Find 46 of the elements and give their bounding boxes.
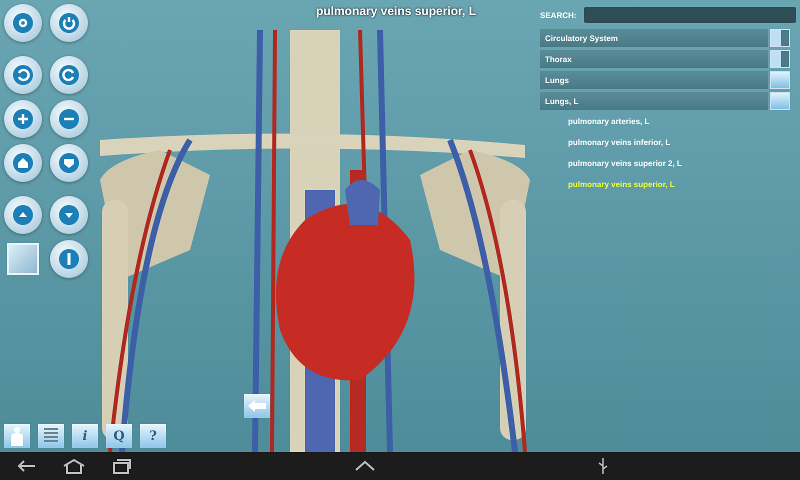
category-item[interactable]: Lungs, L [540,92,768,110]
category-item[interactable]: Lungs [540,71,768,89]
bar-icon [58,248,80,270]
plus-button[interactable] [4,100,42,138]
structure-item[interactable]: pulmonary veins inferior, L [540,134,796,152]
toolbar-button[interactable]: ? [140,424,166,448]
visibility-toggle[interactable] [770,29,790,47]
house-icon [12,152,34,174]
layers-button[interactable] [38,424,64,448]
structure-item[interactable]: pulmonary arteries, L [540,113,796,131]
bar-button[interactable] [50,240,88,278]
shield-button[interactable] [50,144,88,182]
minus-button[interactable] [50,100,88,138]
rotate-left-icon [12,64,34,86]
up-icon [12,204,34,226]
visibility-toggle[interactable] [770,50,790,68]
recent-apps-icon[interactable] [112,458,132,474]
chevron-up-icon[interactable] [354,460,376,472]
search-label: SEARCH: [540,10,576,20]
minus-icon [58,108,80,130]
power-icon [58,12,80,34]
category-item[interactable]: Circulatory System [540,29,768,47]
toolbar-button[interactable]: i [72,424,98,448]
back-arrow-icon [248,400,266,412]
body-icon [8,426,26,446]
structure-item[interactable]: pulmonary veins superior, L [540,176,796,194]
up-button[interactable] [4,196,42,234]
power-button[interactable] [50,4,88,42]
shield-icon [58,152,80,174]
structure-item[interactable]: pulmonary veins superior 2, L [540,155,796,173]
house-button[interactable] [4,144,42,182]
back-icon[interactable] [16,459,36,473]
rotate-left-button[interactable] [4,56,42,94]
visibility-toggle[interactable] [770,92,790,110]
structure-title: pulmonary veins superior, L [316,4,476,18]
home-icon[interactable] [62,458,86,474]
down-icon [58,204,80,226]
toolbar-button[interactable]: Q [106,424,132,448]
visibility-toggle[interactable] [770,71,790,89]
category-item[interactable]: Thorax [540,50,768,68]
rotate-right-icon [58,64,80,86]
plus-icon [12,108,34,130]
usb-icon [598,458,608,474]
down-button[interactable] [50,196,88,234]
search-field[interactable] [584,7,796,23]
rotate-right-button[interactable] [50,56,88,94]
